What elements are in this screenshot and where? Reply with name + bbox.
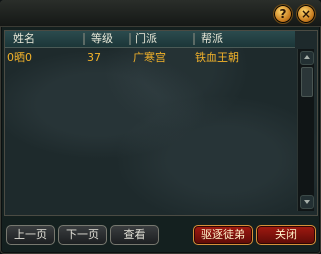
column-separator (83, 33, 85, 45)
table-row[interactable]: 0晒0 37 广寒宫 铁血王朝 (5, 50, 295, 66)
view-button[interactable]: 查看 (110, 225, 159, 245)
column-header-sect[interactable]: 门派 (135, 31, 157, 47)
expel-disciple-button[interactable]: 驱逐徒弟 (193, 225, 253, 245)
chevron-up-icon (304, 55, 310, 59)
column-header-guild[interactable]: 帮派 (201, 31, 223, 47)
row-guild: 铁血王朝 (195, 51, 239, 64)
close-icon[interactable]: × (296, 4, 316, 24)
vertical-scrollbar[interactable] (297, 49, 314, 211)
column-separator (193, 33, 195, 45)
close-button[interactable]: 关闭 (256, 225, 316, 245)
column-header-name[interactable]: 姓名 (13, 31, 35, 47)
column-header-level[interactable]: 等级 (91, 31, 113, 47)
title-bar: ? × (0, 0, 321, 27)
help-icon[interactable]: ? (273, 4, 293, 24)
next-page-button[interactable]: 下一页 (58, 225, 107, 245)
row-level: 37 (87, 51, 101, 64)
row-sect: 广寒宫 (133, 51, 166, 64)
column-separator (129, 33, 131, 45)
prev-page-button[interactable]: 上一页 (6, 225, 55, 245)
disciple-list-window: ? × 姓名 等级 门派 帮派 0晒0 37 广寒宫 铁血王朝 上一页 下一页 … (0, 0, 321, 254)
scroll-down-button[interactable] (300, 195, 314, 209)
scroll-up-button[interactable] (300, 51, 314, 65)
table-header: 姓名 等级 门派 帮派 (5, 31, 295, 48)
scroll-thumb[interactable] (301, 67, 313, 97)
row-name: 0晒0 (7, 51, 32, 64)
chevron-down-icon (304, 200, 310, 204)
member-list: 姓名 等级 门派 帮派 0晒0 37 广寒宫 铁血王朝 (4, 30, 318, 216)
